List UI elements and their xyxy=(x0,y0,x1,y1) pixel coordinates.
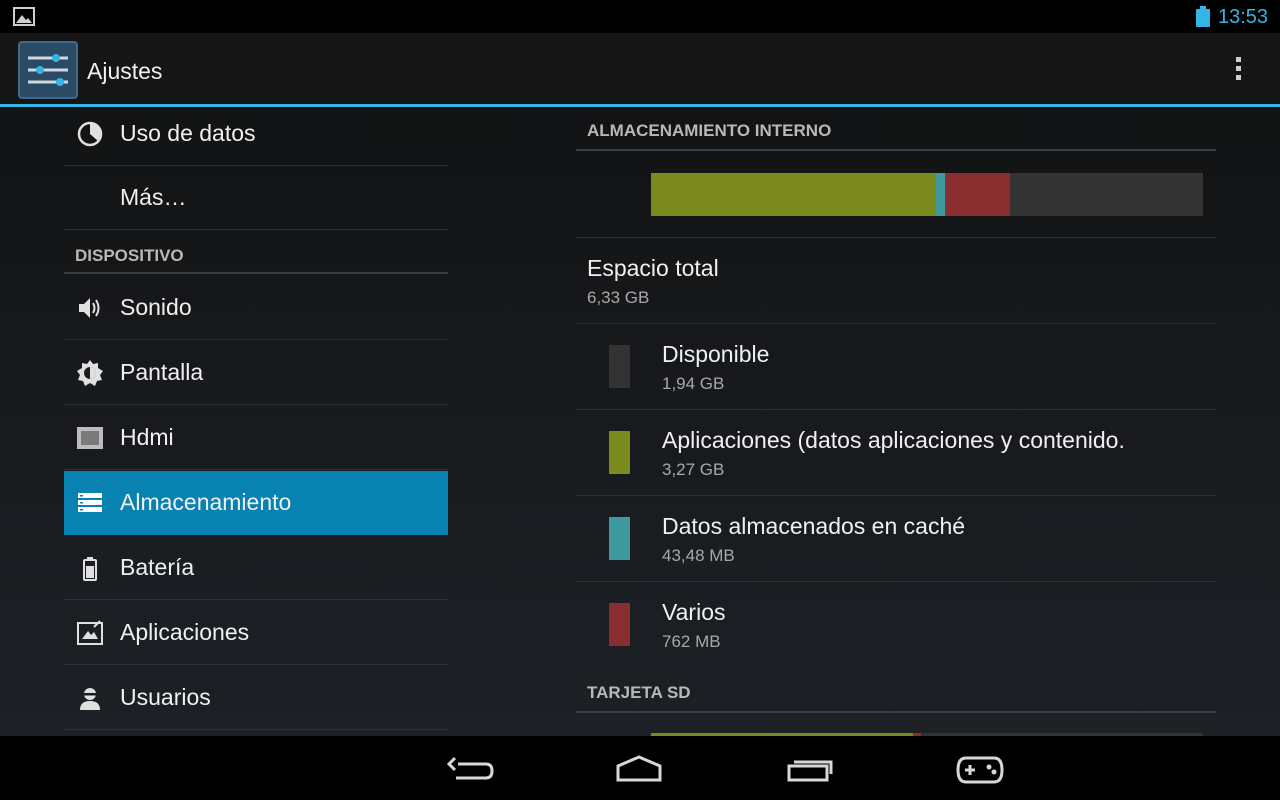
hdmi-icon xyxy=(77,427,103,449)
status-bar: 13:53 xyxy=(0,0,1280,33)
section-header-label: DISPOSITIVO xyxy=(75,246,184,265)
sidebar-item-label: Batería xyxy=(120,554,195,580)
storage-item-title: Datos almacenados en caché xyxy=(662,513,966,539)
color-swatch xyxy=(609,603,630,646)
storage-item-value: 762 MB xyxy=(662,632,721,651)
app-title: Ajustes xyxy=(87,58,163,84)
battery-icon xyxy=(1196,6,1210,27)
storage-usage-bar xyxy=(651,173,1203,216)
user-icon xyxy=(80,688,100,710)
sidebar-item-battery[interactable]: Batería xyxy=(64,536,448,600)
sidebar-item-label: Sonido xyxy=(120,294,192,320)
total-space-title: Espacio total xyxy=(587,255,719,281)
sidebar-item-label: Uso de datos xyxy=(120,120,256,146)
color-swatch xyxy=(609,517,630,560)
storage-item-title: Varios xyxy=(662,599,726,625)
storage-icon xyxy=(78,493,102,512)
storage-item-value: 1,94 GB xyxy=(662,374,725,393)
storage-item-cache[interactable]: Datos almacenados en caché 43,48 MB xyxy=(576,495,1216,581)
status-time: 13:53 xyxy=(1218,6,1269,28)
settings-content: Uso de datos Más… DISPOSITIVO Sonido Pan… xyxy=(0,107,1280,736)
battery-icon xyxy=(83,557,97,581)
color-swatch xyxy=(609,345,630,388)
storage-item-misc[interactable]: Varios 762 MB xyxy=(576,581,1216,667)
back-icon[interactable] xyxy=(446,752,494,786)
storage-detail-pane: ALMACENAMIENTO INTERNO Espacio total 6,3… xyxy=(576,107,1216,736)
sidebar-item-apps[interactable]: Aplicaciones xyxy=(64,601,448,665)
gamepad-icon[interactable] xyxy=(956,752,1004,786)
sidebar-item-sound[interactable]: Sonido xyxy=(64,276,448,340)
storage-item-apps[interactable]: Aplicaciones (datos aplicaciones y conte… xyxy=(576,409,1216,495)
storage-item-title: Disponible xyxy=(662,341,770,367)
sidebar-item-label: Pantalla xyxy=(120,359,204,385)
storage-item-title: Aplicaciones (datos aplicaciones y conte… xyxy=(662,427,1125,453)
sidebar-item-label: Hdmi xyxy=(120,424,174,450)
section-header-label: TARJETA SD xyxy=(587,683,691,702)
section-header-internal-storage: ALMACENAMIENTO INTERNO xyxy=(576,107,1216,151)
row-divider xyxy=(576,237,1216,238)
color-swatch xyxy=(609,431,630,474)
navigation-bar xyxy=(0,736,1280,800)
storage-item-available[interactable]: Disponible 1,94 GB xyxy=(576,323,1216,409)
brightness-icon xyxy=(77,360,103,386)
storage-item-value: 43,48 MB xyxy=(662,546,735,565)
sidebar-item-label: Aplicaciones xyxy=(120,619,250,645)
sidebar-item-label: Usuarios xyxy=(120,684,211,710)
recents-icon[interactable] xyxy=(786,752,834,786)
apps-icon xyxy=(77,620,103,645)
image-icon xyxy=(13,7,35,26)
section-header-device: DISPOSITIVO xyxy=(64,234,448,274)
sidebar-item-label: Almacenamiento xyxy=(120,489,292,515)
sidebar-item-data-usage[interactable]: Uso de datos xyxy=(64,107,448,166)
sidebar-item-label: Más… xyxy=(120,184,187,210)
home-icon[interactable] xyxy=(615,752,663,786)
usage-segment-apps xyxy=(651,173,937,216)
sidebar-item-storage[interactable]: Almacenamiento xyxy=(64,471,448,535)
sidebar-item-hdmi[interactable]: Hdmi xyxy=(64,406,448,470)
usage-segment-misc xyxy=(944,173,1010,216)
speaker-icon xyxy=(79,298,100,318)
settings-sidebar: Uso de datos Más… DISPOSITIVO Sonido Pan… xyxy=(64,107,448,736)
settings-sliders-icon[interactable] xyxy=(18,41,78,99)
storage-item-value: 3,27 GB xyxy=(662,460,725,479)
overflow-menu-icon[interactable] xyxy=(1226,53,1250,87)
sidebar-item-display[interactable]: Pantalla xyxy=(64,341,448,405)
sidebar-item-users[interactable]: Usuarios xyxy=(64,666,448,730)
section-header-sd-card: TARJETA SD xyxy=(576,669,1216,713)
usage-segment-cache xyxy=(936,173,945,216)
total-space-value: 6,33 GB xyxy=(587,288,650,307)
section-header-label: ALMACENAMIENTO INTERNO xyxy=(587,121,832,140)
data-usage-icon xyxy=(77,121,103,147)
action-bar: Ajustes xyxy=(0,33,1280,105)
usage-segment-available xyxy=(1009,173,1203,216)
sidebar-item-more[interactable]: Más… xyxy=(64,166,448,230)
